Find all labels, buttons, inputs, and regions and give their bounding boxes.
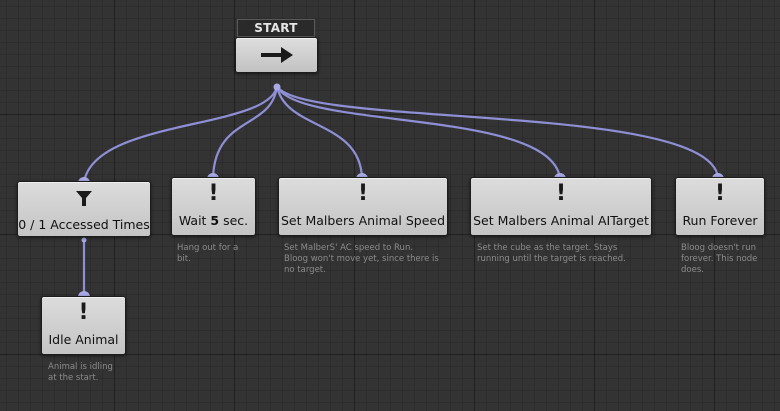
funnel-icon xyxy=(76,191,92,206)
title-prefix: Wait xyxy=(178,213,211,228)
node-description: Set MalberS' AC speed to Run. Bloog won'… xyxy=(284,243,439,275)
node-title: 0 / 1 Accessed Times xyxy=(18,217,150,232)
node-set-speed[interactable]: ! Set Malbers Animal Speed xyxy=(278,177,448,236)
start-label: START xyxy=(237,19,315,37)
node-run-forever[interactable]: ! Run Forever xyxy=(675,177,765,236)
node-description: Set the cube as the target. Stays runnin… xyxy=(477,243,626,264)
node-idle-animal[interactable]: ! Idle Animal xyxy=(41,296,126,355)
arrow-right-icon xyxy=(261,47,293,63)
title-suffix: sec. xyxy=(219,213,249,228)
start-node[interactable] xyxy=(235,37,318,73)
edge-start-speed xyxy=(275,85,364,179)
edge-start-accessed xyxy=(82,85,279,183)
port-start-out[interactable] xyxy=(273,83,281,91)
node-set-aitarget[interactable]: ! Set Malbers Animal AITarget xyxy=(470,177,652,236)
port-accessed-out[interactable] xyxy=(81,237,87,243)
node-title: Set Malbers Animal Speed xyxy=(280,213,446,228)
node-description: Bloog doesn't run forever. This node doe… xyxy=(681,243,758,275)
action-icon: ! xyxy=(555,181,567,206)
action-icon: ! xyxy=(357,181,369,206)
node-title: Wait 5 sec. xyxy=(172,213,255,228)
action-icon: ! xyxy=(208,181,219,206)
node-title: Set Malbers Animal AITarget xyxy=(473,213,649,228)
node-title: Idle Animal xyxy=(48,332,119,347)
node-description: Animal is idling at the start. xyxy=(48,362,113,383)
node-description: Hang out for a bit. xyxy=(177,243,239,264)
edge-start-forever xyxy=(276,85,720,179)
title-value: 5 xyxy=(210,213,220,228)
action-icon: ! xyxy=(714,181,726,206)
node-title: Run Forever xyxy=(682,213,758,228)
node-wait[interactable]: ! Wait 5 sec. xyxy=(171,177,256,236)
edge-start-aitarget xyxy=(275,85,562,179)
node-accessed-times[interactable]: 0 / 1 Accessed Times xyxy=(17,181,151,237)
action-icon: ! xyxy=(78,300,89,325)
